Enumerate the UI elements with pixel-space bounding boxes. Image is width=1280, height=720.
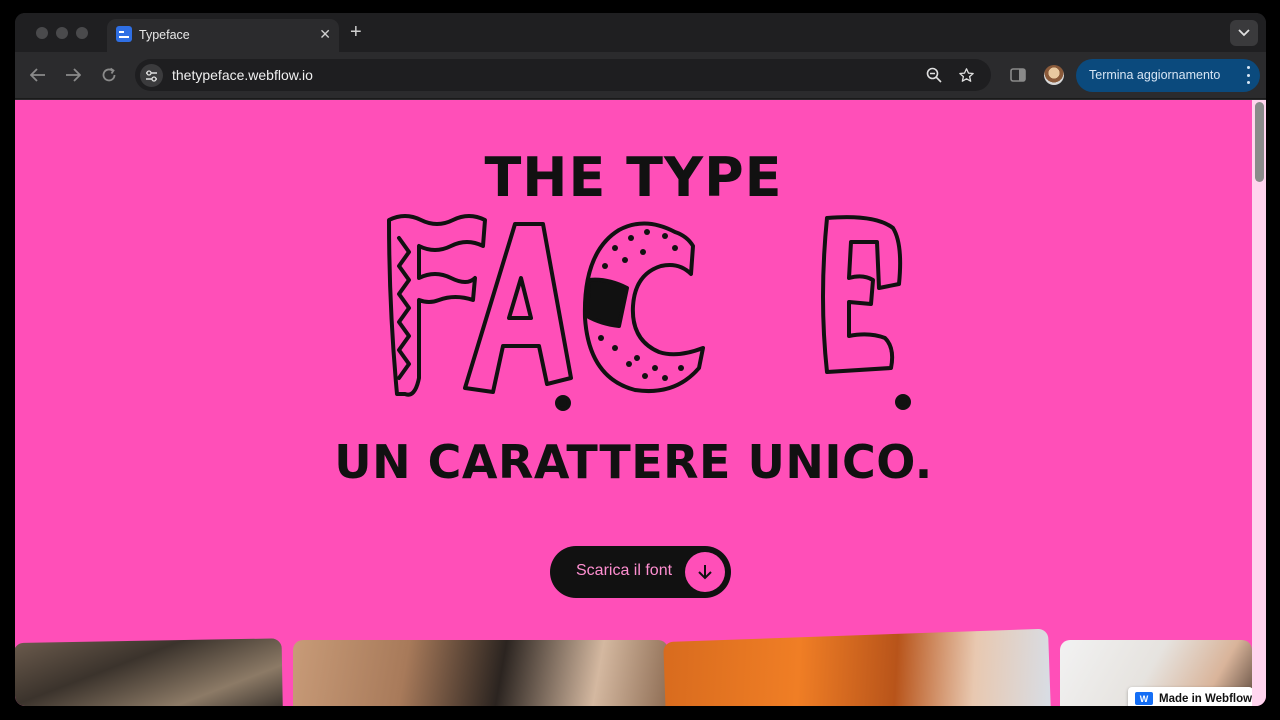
bookmark-button[interactable]	[957, 66, 975, 84]
favicon-icon	[116, 26, 132, 42]
update-button[interactable]: Termina aggiornamento	[1076, 59, 1260, 92]
site-info-icon	[146, 69, 157, 82]
page-viewport: THE TYPE UN CARATTERE UNICO. Scarica il …	[15, 100, 1266, 706]
side-panel-button[interactable]	[1009, 66, 1027, 84]
window-controls	[36, 27, 88, 39]
forward-arrow-icon	[66, 68, 81, 82]
star-icon	[958, 67, 974, 82]
tab-strip: Typeface ✕ +	[15, 13, 1266, 52]
zoom-window-button[interactable]	[76, 27, 88, 39]
reload-icon	[102, 67, 116, 82]
side-panel-icon	[1010, 68, 1026, 82]
tab-title: Typeface	[139, 28, 190, 42]
site-info-button[interactable]	[140, 64, 163, 87]
profile-avatar[interactable]	[1044, 65, 1064, 85]
made-in-webflow-badge[interactable]: W Made in Webflow	[1128, 687, 1253, 706]
made-in-webflow-label: Made in Webflow	[1159, 692, 1253, 705]
reload-button[interactable]	[99, 65, 119, 85]
forward-button[interactable]	[63, 65, 83, 85]
back-arrow-icon	[30, 68, 45, 82]
webflow-logo-icon: W	[1135, 692, 1153, 705]
zoom-icon	[926, 67, 942, 83]
hero-subtitle: UN CARATTERE UNICO.	[334, 435, 933, 489]
scrollbar-thumb[interactable]	[1255, 102, 1264, 182]
update-button-label: Termina aggiornamento	[1089, 68, 1221, 82]
download-font-button[interactable]: Scarica il font	[550, 546, 731, 598]
kebab-menu-icon[interactable]	[1246, 66, 1250, 84]
browser-window: Typeface ✕ + thetypeface.webflow.io Term…	[15, 13, 1266, 706]
gallery-photo	[663, 628, 1051, 706]
new-tab-button[interactable]: +	[350, 22, 362, 42]
tab-close-icon[interactable]: ✕	[319, 26, 331, 42]
tab-search-button[interactable]	[1230, 20, 1258, 46]
gallery-photo	[293, 640, 668, 706]
back-button[interactable]	[28, 65, 48, 85]
chevron-down-icon	[1238, 29, 1250, 37]
browser-toolbar: thetypeface.webflow.io Termina aggiornam…	[15, 52, 1266, 99]
close-window-button[interactable]	[36, 27, 48, 39]
download-font-label: Scarica il font	[576, 562, 673, 579]
minimize-window-button[interactable]	[56, 27, 68, 39]
tab-typeface[interactable]: Typeface ✕	[107, 19, 339, 52]
page-scrollbar[interactable]	[1252, 100, 1266, 706]
address-bar[interactable]: thetypeface.webflow.io	[135, 59, 991, 91]
zoom-button[interactable]	[925, 66, 943, 84]
gallery-photo	[15, 638, 283, 706]
url-text[interactable]: thetypeface.webflow.io	[172, 67, 313, 83]
hero-title-line1: THE TYPE	[484, 146, 783, 209]
down-arrow-icon	[685, 552, 725, 592]
face-logo-art	[387, 214, 911, 411]
